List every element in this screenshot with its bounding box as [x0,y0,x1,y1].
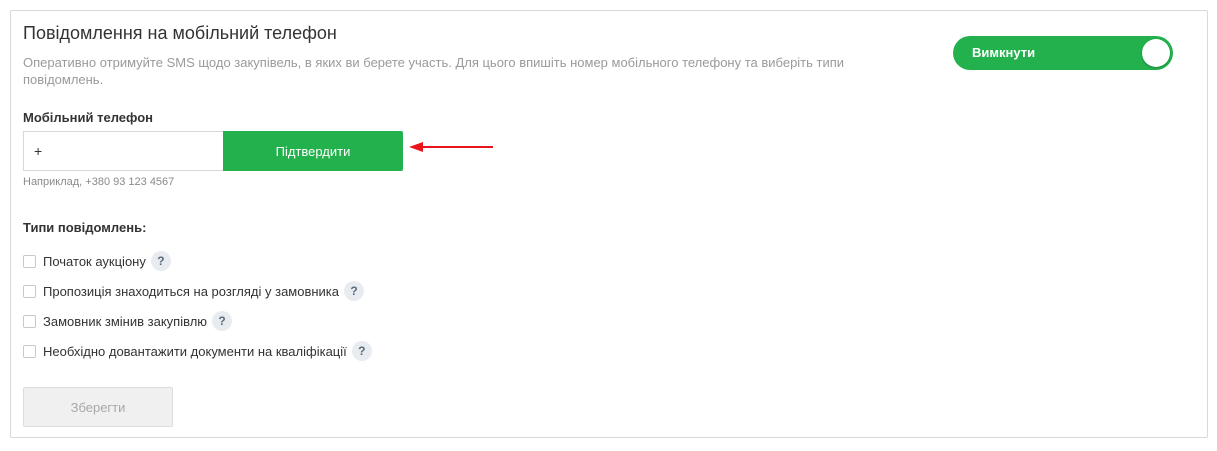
type-label: Пропозиція знаходиться на розгляді у зам… [43,283,340,299]
type-item: Замовник змінив закупівлю ? [23,306,372,336]
checkbox-procurement-changed[interactable] [23,314,36,328]
type-label: Початок аукціону [43,253,146,269]
types-title: Типи повідомлень: [23,220,147,235]
type-item: Необхідно довантажити документи на квалі… [23,336,372,366]
type-label: Замовник змінив закупівлю [43,313,208,329]
help-icon[interactable]: ? [150,251,171,271]
phone-label: Мобільний телефон [23,110,154,125]
notifications-toggle[interactable]: Вимкнути [953,36,1173,70]
help-icon[interactable]: ? [351,341,372,361]
toggle-knob [1142,39,1170,67]
type-item: Початок аукціону ? [23,246,372,276]
section-title: Повідомлення на мобільний телефон [23,23,337,43]
type-label: Необхідно довантажити документи на квалі… [43,343,347,359]
confirm-button[interactable]: Підтвердити [223,131,403,171]
sms-notifications-card: Повідомлення на мобільний телефон Операт… [10,10,1208,438]
phone-input[interactable] [23,131,223,171]
help-icon[interactable]: ? [344,281,365,301]
phone-hint: Наприклад, +380 93 123 4567 [23,176,175,188]
checkbox-proposal-review[interactable] [23,284,36,298]
type-item: Пропозиція знаходиться на розгляді у зам… [23,276,372,306]
checkbox-auction-start[interactable] [23,254,36,268]
arrow-annotation-icon [409,142,493,152]
section-description: Оперативно отримуйте SMS щодо закупівель… [23,55,845,87]
help-icon[interactable]: ? [212,311,233,331]
types-list: Початок аукціону ? Пропозиція знаходитьс… [23,246,372,366]
save-button[interactable]: Зберегти [23,387,173,427]
checkbox-upload-documents[interactable] [23,344,36,358]
toggle-label: Вимкнути [972,45,1036,60]
